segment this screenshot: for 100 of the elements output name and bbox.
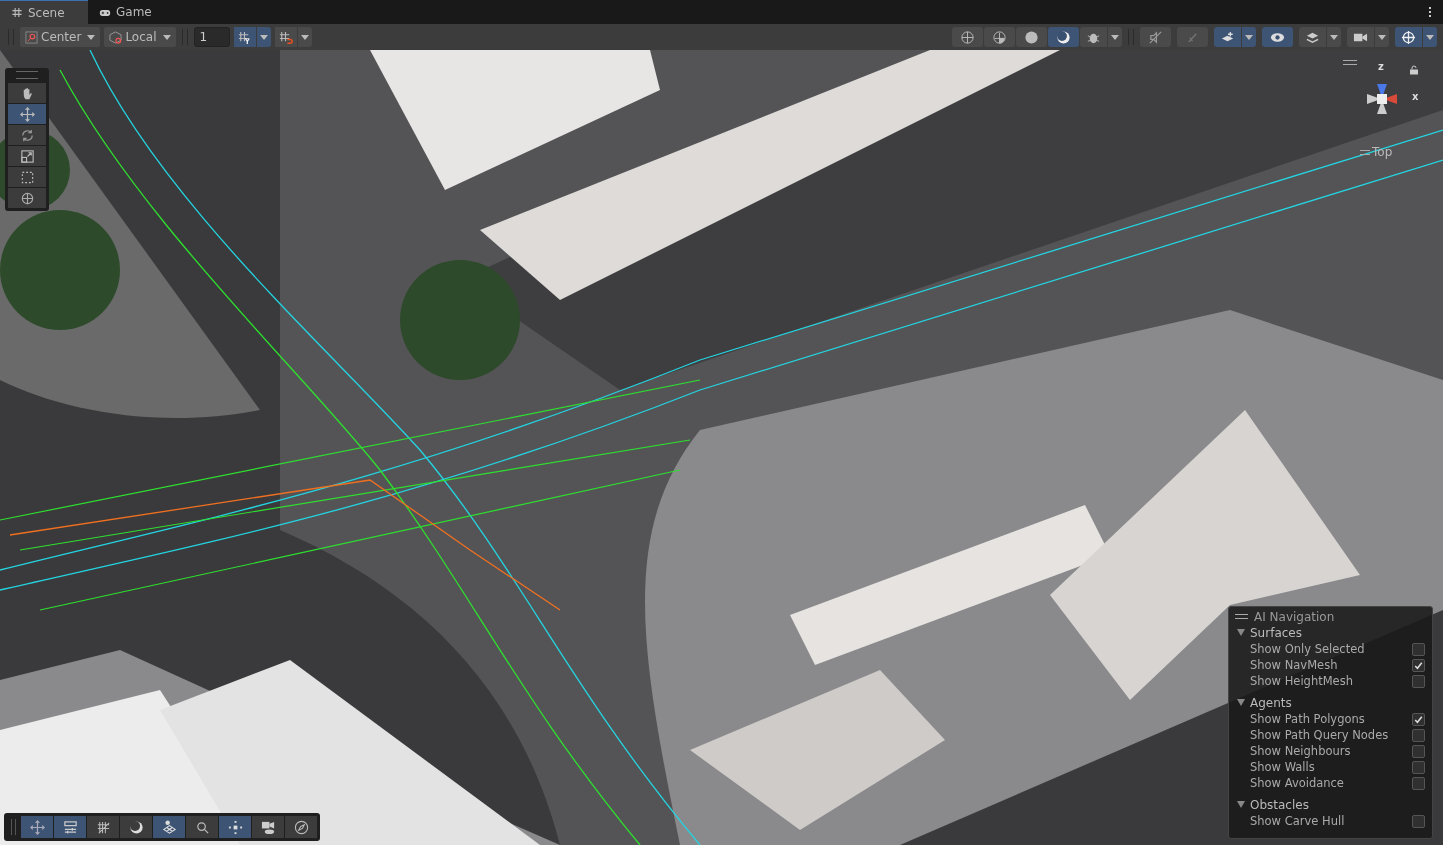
option-label: Show Carve Hull — [1250, 814, 1346, 828]
menu-icon[interactable] — [1235, 614, 1248, 619]
section-header[interactable]: Obstacles — [1229, 796, 1432, 813]
view-label: Top — [1372, 145, 1393, 159]
option-label: Show Path Polygons — [1250, 712, 1366, 726]
transform-icon — [19, 190, 35, 206]
space-dropdown[interactable]: Local — [104, 27, 176, 47]
cube-icon — [109, 30, 123, 44]
dropdown-button[interactable] — [256, 27, 271, 47]
muted-speaker-icon — [1148, 29, 1163, 45]
search-overlay-button[interactable] — [186, 816, 218, 838]
lock-icon[interactable] — [1409, 65, 1419, 75]
camera-eye-overlay-button[interactable] — [252, 816, 284, 838]
search-icon — [194, 819, 210, 835]
move-tool-button[interactable] — [8, 104, 46, 124]
checkbox[interactable] — [1412, 658, 1425, 672]
increment-snap-button[interactable] — [274, 27, 297, 47]
checkbox[interactable] — [1412, 712, 1425, 726]
navmesh-overlay-button[interactable] — [153, 816, 185, 838]
caret-icon — [1426, 34, 1434, 40]
axis-label: z — [1378, 61, 1384, 72]
hand-tool-button[interactable] — [8, 83, 46, 103]
foldout-icon[interactable] — [1237, 629, 1245, 636]
move-arrows-icon — [19, 106, 35, 122]
dropdown-button[interactable] — [1108, 27, 1122, 47]
grid-snap-icon — [237, 29, 252, 45]
camera-eye-icon — [260, 819, 276, 835]
visibility-toggle-button[interactable] — [1262, 27, 1293, 47]
foldout-icon[interactable] — [1237, 801, 1245, 808]
checkbox[interactable] — [1412, 642, 1425, 656]
effects-toggle-button[interactable] — [1177, 27, 1208, 47]
grid-icon — [95, 819, 111, 835]
foldout-icon[interactable] — [1237, 699, 1245, 706]
grid-overlay-button[interactable] — [87, 816, 119, 838]
option-label: Show Path Query Nodes — [1250, 728, 1390, 742]
scale-icon — [19, 148, 35, 164]
sliders-icon — [62, 819, 78, 835]
wireframe-mode-button[interactable] — [952, 27, 983, 47]
checkbox[interactable] — [1412, 760, 1425, 774]
rotate-icon — [19, 127, 35, 143]
nodes-overlay-button[interactable] — [219, 816, 251, 838]
lit-mode-button[interactable] — [1048, 27, 1079, 47]
compass-overlay-button[interactable] — [285, 816, 317, 838]
grid-icon — [11, 7, 23, 18]
rotate-tool-button[interactable] — [8, 125, 46, 145]
caret-icon — [1111, 34, 1119, 40]
transform-tool-button[interactable] — [8, 188, 46, 208]
layers-toggle-button[interactable] — [1299, 27, 1326, 47]
drag-handle[interactable] — [16, 71, 38, 79]
panel-title: AI Navigation — [1254, 609, 1335, 624]
option-label: Show NavMesh — [1250, 658, 1339, 672]
layers-add-toggle-button[interactable] — [1214, 27, 1241, 47]
dropdown-button[interactable] — [1423, 27, 1437, 47]
snap-value-field[interactable]: 1 — [193, 27, 230, 47]
dropdown-button[interactable] — [297, 27, 312, 47]
pivot-icon — [25, 30, 38, 44]
moon-overlay-button[interactable] — [120, 816, 152, 838]
option-label: Show Walls — [1250, 760, 1316, 774]
sliders-overlay-button[interactable] — [54, 816, 86, 838]
grid-snap-button[interactable] — [233, 27, 256, 47]
shaded-wireframe-mode-button[interactable] — [984, 27, 1015, 47]
pivot-dropdown[interactable]: Center — [20, 27, 101, 47]
gizmos-toggle-button[interactable] — [1395, 27, 1422, 47]
axis-label: x — [1412, 91, 1419, 102]
scene-tab[interactable]: Scene — [0, 0, 88, 24]
navmesh-icon — [161, 819, 177, 835]
rect-tool-button[interactable] — [8, 167, 46, 187]
half-shaded-sphere-icon — [992, 29, 1007, 45]
checkbox[interactable] — [1412, 674, 1425, 688]
menu-icon[interactable] — [1343, 60, 1357, 65]
camera-toggle-button[interactable] — [1347, 27, 1374, 47]
crescent-icon — [128, 819, 144, 835]
scale-tool-button[interactable] — [8, 146, 46, 166]
caret-icon — [300, 34, 309, 40]
audio-toggle-button[interactable] — [1140, 27, 1171, 47]
move-arrows-icon — [29, 819, 45, 835]
checkbox[interactable] — [1412, 814, 1425, 828]
grid-magnet-icon — [278, 29, 293, 45]
checkbox[interactable] — [1412, 744, 1425, 758]
move-overlay-button[interactable] — [21, 816, 53, 838]
option-label: Show HeightMesh — [1250, 674, 1354, 688]
shaded-mode-button[interactable] — [1016, 27, 1047, 47]
dropdown-button[interactable] — [1327, 27, 1341, 47]
dropdown-button[interactable] — [1375, 27, 1389, 47]
checkbox[interactable] — [1412, 776, 1425, 790]
section-label: Agents — [1250, 695, 1292, 710]
nodes-icon — [227, 819, 243, 835]
dropdown-button[interactable] — [1242, 27, 1256, 47]
section-header[interactable]: Surfaces — [1229, 624, 1432, 641]
section-label: Obstacles — [1250, 797, 1309, 812]
section-header[interactable]: Agents — [1229, 694, 1432, 711]
debug-mode-button[interactable] — [1080, 27, 1107, 47]
option-label: Show Avoidance — [1250, 776, 1345, 790]
menu-icon[interactable] — [1360, 149, 1370, 155]
caret-icon — [1245, 34, 1253, 40]
scene-tab[interactable]: Game — [88, 0, 176, 24]
checkbox[interactable] — [1412, 728, 1425, 742]
crescent-icon — [1056, 29, 1071, 45]
caret-icon — [162, 34, 171, 40]
caret-icon — [87, 34, 96, 40]
